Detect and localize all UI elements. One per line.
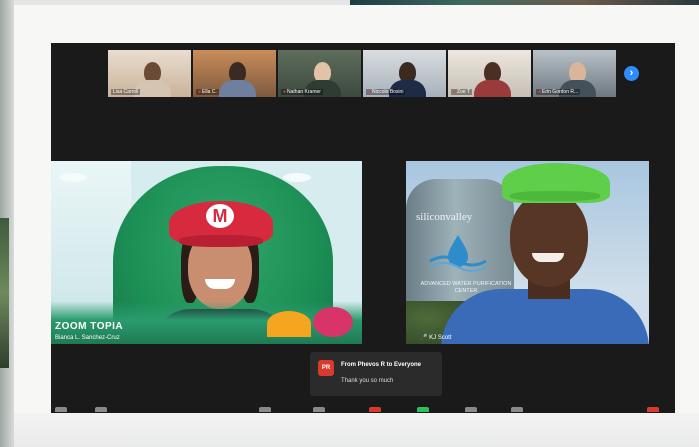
participant-name: ●Zoe T xyxy=(451,89,472,95)
video-tile-right[interactable]: siliconvalley ADVANCED WATER PURIFICATIO… xyxy=(406,161,649,344)
participant-tile[interactable]: ●Niccolo Bosini xyxy=(363,50,446,97)
security-icon[interactable] xyxy=(259,407,271,412)
end-meeting-icon[interactable] xyxy=(647,407,659,412)
mic-muted-icon: ● xyxy=(198,89,202,95)
sender-avatar: PR xyxy=(318,360,334,376)
reactions-icon[interactable] xyxy=(511,407,523,412)
green-cap-brim xyxy=(510,191,600,201)
mic-muted-icon: ● xyxy=(283,89,287,95)
participant-tile[interactable]: ●Nathan Kramer xyxy=(278,50,361,97)
participants-icon[interactable] xyxy=(313,407,325,412)
virtual-background-sun xyxy=(267,311,311,337)
mario-hat-brim xyxy=(179,235,263,247)
background-photo xyxy=(0,218,9,368)
participant-body xyxy=(219,80,256,97)
tank-sign-text: siliconvalley xyxy=(416,211,473,223)
ceiling-light xyxy=(59,173,87,182)
participant-tile[interactable]: ●Zoe T xyxy=(448,50,531,97)
mic-muted-icon: ● xyxy=(453,89,457,95)
record-icon[interactable] xyxy=(465,407,477,412)
mic-muted-icon: ● xyxy=(368,89,372,95)
chat-notification-title: From Phevos R to Everyone xyxy=(341,362,422,368)
participant-body xyxy=(474,80,511,97)
participant-name: Lisa Carroll xyxy=(111,89,141,95)
participant-name-label: Bianca L. Sanchez-Cruz xyxy=(55,335,120,341)
chat-notification[interactable]: PR From Phevos R to Everyone Thank you s… xyxy=(310,352,442,396)
mic-muted-icon: 🎤 xyxy=(420,335,428,341)
participant-tile[interactable]: ●Ella C. xyxy=(193,50,276,97)
paper-bottom xyxy=(14,413,699,447)
chevron-right-icon: › xyxy=(629,67,634,79)
zoomtopia-watermark: ZOOM TOPIA xyxy=(55,321,124,332)
participant-name-label: 🎤 KJ Scott xyxy=(420,335,452,341)
person-face xyxy=(510,193,588,287)
virtual-background-flower xyxy=(313,307,353,337)
share-screen-icon[interactable] xyxy=(417,407,429,412)
water-drop-logo-icon xyxy=(429,235,487,272)
participant-name: ●Nathan Kramer xyxy=(281,89,323,95)
participant-name: ●Ella C. xyxy=(196,89,219,95)
mario-hat-logo: M xyxy=(206,204,234,228)
chat-notification-message: Thank you so much xyxy=(341,378,394,384)
participant-tile[interactable]: ●Erin Gordon R... xyxy=(533,50,616,97)
mic-muted-icon: ● xyxy=(538,89,542,95)
video-tile-left[interactable]: M ZOOM TOPIA Bianca L. Sanchez-Cruz xyxy=(51,161,362,344)
chat-icon[interactable] xyxy=(369,407,381,412)
meeting-toolbar xyxy=(51,405,675,413)
person-smile xyxy=(532,253,564,262)
background-photo-edge xyxy=(0,0,14,447)
video-icon[interactable] xyxy=(95,407,107,412)
zoom-meeting-window: Lisa Carroll ●Ella C. ●Nathan Kramer ●Ni… xyxy=(51,43,675,413)
gallery-next-button[interactable]: › xyxy=(624,66,639,81)
participant-gallery: Lisa Carroll ●Ella C. ●Nathan Kramer ●Ni… xyxy=(108,50,616,97)
participant-name: ●Niccolo Bosini xyxy=(366,89,406,95)
mute-icon[interactable] xyxy=(55,407,67,412)
participant-name: ●Erin Gordon R... xyxy=(536,89,581,95)
ceiling-light xyxy=(283,173,311,182)
participant-tile[interactable]: Lisa Carroll xyxy=(108,50,191,97)
